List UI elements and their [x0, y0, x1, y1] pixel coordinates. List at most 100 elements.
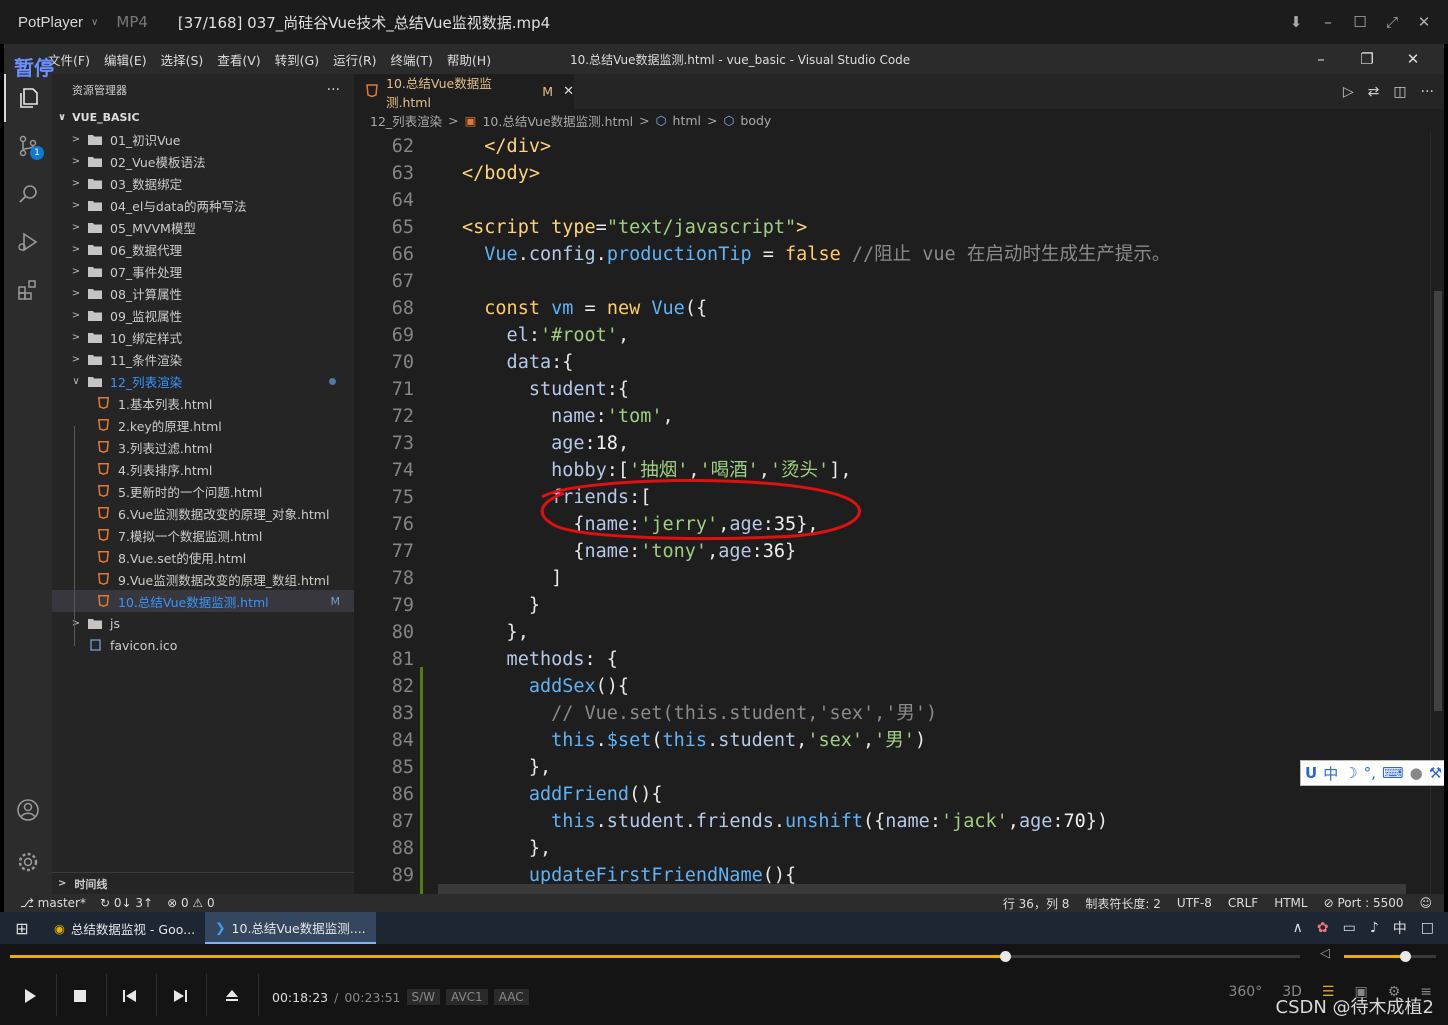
- moon-icon[interactable]: ☽: [1344, 764, 1357, 782]
- tab-size[interactable]: 制表符长度: 2: [1085, 895, 1161, 912]
- folder-item[interactable]: >11_条件渲染: [52, 348, 354, 370]
- code-line[interactable]: 82 addSex(){: [354, 673, 1430, 700]
- code-line[interactable]: 77 {name:'tony',age:36}: [354, 538, 1430, 565]
- split-editor-icon[interactable]: ◫: [1393, 84, 1406, 100]
- file-item[interactable]: favicon.ico: [52, 634, 354, 656]
- code-line[interactable]: 78 ]: [354, 565, 1430, 592]
- file-item[interactable]: 2.key的原理.html: [52, 414, 354, 436]
- decoder-badge[interactable]: S/W: [406, 989, 441, 1005]
- menu-terminal[interactable]: 终端(T): [391, 50, 433, 69]
- encoding[interactable]: UTF-8: [1177, 896, 1212, 910]
- folder-item[interactable]: >09_监视属性: [52, 304, 354, 326]
- file-item[interactable]: 5.更新时的一个问题.html: [52, 480, 354, 502]
- folder-item[interactable]: >04_el与data的两种写法: [52, 194, 354, 216]
- code-line[interactable]: 69 el:'#root',: [354, 322, 1430, 349]
- network-icon[interactable]: ▭: [1343, 920, 1356, 936]
- settings-gear-icon[interactable]: [4, 838, 52, 886]
- explorer-icon[interactable]: [4, 74, 52, 122]
- code-line[interactable]: 64: [354, 187, 1430, 214]
- seek-handle[interactable]: [999, 951, 1011, 962]
- more-actions-icon[interactable]: ···: [327, 82, 340, 98]
- eject-button[interactable]: [212, 980, 252, 1012]
- restore-button[interactable]: ❐: [1344, 50, 1390, 68]
- run-debug-icon[interactable]: [4, 218, 52, 266]
- folder-item[interactable]: >02_Vue模板语法: [52, 150, 354, 172]
- wrench-icon[interactable]: ⚒: [1429, 764, 1442, 782]
- code-line[interactable]: 85 },: [354, 754, 1430, 781]
- menu-view[interactable]: 查看(V): [217, 50, 260, 69]
- horizontal-scrollbar[interactable]: [438, 884, 1406, 894]
- project-root[interactable]: ∨ VUE_BASIC: [52, 106, 354, 128]
- language-mode[interactable]: HTML: [1274, 896, 1307, 910]
- chevron-up-icon[interactable]: ∧: [1293, 920, 1303, 936]
- breadcrumb-html[interactable]: html: [673, 113, 701, 128]
- potplayer-brand-menu[interactable]: PotPlayer: [18, 14, 83, 31]
- run-file-icon[interactable]: ▷: [1343, 84, 1354, 100]
- volume-handle[interactable]: [1399, 951, 1411, 962]
- breadcrumb-folder[interactable]: 12_列表渲染: [370, 111, 442, 130]
- file-item[interactable]: 6.Vue监测数据改变的原理_对象.html: [52, 502, 354, 524]
- fullscreen-button[interactable]: ⤢: [1378, 13, 1406, 31]
- ime-language[interactable]: 中: [1323, 763, 1338, 784]
- menu-help[interactable]: 帮助(H): [447, 50, 491, 69]
- branch-status[interactable]: ⎇ master*: [20, 896, 86, 910]
- code-line[interactable]: 84 this.$set(this.student,'sex','男'): [354, 727, 1430, 754]
- video-codec-badge[interactable]: AVC1: [446, 989, 488, 1005]
- tray-app-icon[interactable]: ✿: [1317, 920, 1329, 936]
- volume-icon[interactable]: ◁: [1320, 946, 1330, 961]
- problems-status[interactable]: ⊗ 0 ⚠ 0: [167, 896, 215, 910]
- code-line[interactable]: 80 },: [354, 619, 1430, 646]
- taskbar-item-chrome[interactable]: ◉ 总结数据监视 - Goo...: [44, 912, 205, 944]
- feedback-icon[interactable]: ☺: [1419, 896, 1432, 910]
- close-button[interactable]: ✕: [1410, 13, 1438, 31]
- code-line[interactable]: 63 </body>: [354, 160, 1430, 187]
- vr-360-button[interactable]: 360°: [1228, 984, 1262, 1000]
- maximize-button[interactable]: ☐: [1346, 13, 1374, 31]
- code-line[interactable]: 86 addFriend(){: [354, 781, 1430, 808]
- menu-run[interactable]: 运行(R): [333, 50, 376, 69]
- code-line[interactable]: 88 },: [354, 835, 1430, 862]
- next-button[interactable]: [160, 980, 200, 1012]
- code-line[interactable]: 81 methods: {: [354, 646, 1430, 673]
- file-item[interactable]: 7.模拟一个数据监测.html: [52, 524, 354, 546]
- file-item[interactable]: 4.列表排序.html: [52, 458, 354, 480]
- code-line[interactable]: 74 hobby:['抽烟','喝酒','烫头'],: [354, 457, 1430, 484]
- extensions-icon[interactable]: [4, 266, 52, 314]
- code-line[interactable]: 70 data:{: [354, 349, 1430, 376]
- line-ending[interactable]: CRLF: [1228, 896, 1258, 910]
- compare-changes-icon[interactable]: ⇄: [1368, 84, 1380, 100]
- code-line[interactable]: 62 </div>: [354, 133, 1430, 160]
- menu-file[interactable]: 文件(F): [48, 50, 90, 69]
- minimize-button[interactable]: –: [1298, 50, 1344, 68]
- sync-status[interactable]: ↻ 0↓ 3↑: [100, 896, 153, 910]
- stop-button[interactable]: [60, 980, 100, 1012]
- play-button[interactable]: [10, 980, 50, 1012]
- file-item-active[interactable]: 10.总结Vue数据监测.html M: [52, 590, 354, 612]
- breadcrumb-body[interactable]: body: [740, 113, 771, 128]
- tab-close-icon[interactable]: ✕: [563, 84, 574, 99]
- timeline-section[interactable]: > 时间线: [52, 872, 354, 894]
- search-icon[interactable]: [4, 170, 52, 218]
- account-icon[interactable]: [4, 786, 52, 834]
- more-actions-icon[interactable]: ···: [1421, 84, 1434, 100]
- punctuation-icon[interactable]: °,: [1364, 764, 1376, 782]
- live-server-port[interactable]: ⊘ Port : 5500: [1324, 896, 1404, 910]
- code-line[interactable]: 87 this.student.friends.unshift({name:'j…: [354, 808, 1430, 835]
- folder-item[interactable]: >08_计算属性: [52, 282, 354, 304]
- volume-slider[interactable]: [1344, 951, 1436, 962]
- file-item[interactable]: 1.基本列表.html: [52, 392, 354, 414]
- code-line[interactable]: 68 const vm = new Vue({: [354, 295, 1430, 322]
- folder-item[interactable]: >10_绑定样式: [52, 326, 354, 348]
- keyboard-icon[interactable]: ⌨: [1382, 764, 1404, 782]
- code-editor[interactable]: 62 </div> 63 </body> 64 65 <script type="text…: [354, 131, 1444, 894]
- menu-selection[interactable]: 选择(S): [161, 50, 204, 69]
- ime-toolbar[interactable]: U 中 ☽ °, ⌨ ● ⚒: [1300, 760, 1444, 786]
- notification-icon[interactable]: □: [1421, 920, 1434, 936]
- previous-button[interactable]: [110, 980, 150, 1012]
- code-line[interactable]: 76 {name:'jerry',age:35},: [354, 511, 1430, 538]
- code-line[interactable]: 65 <script type="text/javascript">: [354, 214, 1430, 241]
- file-item[interactable]: 9.Vue监测数据改变的原理_数组.html: [52, 568, 354, 590]
- folder-item-open[interactable]: ∨ 12_列表渲染: [52, 370, 354, 392]
- code-line[interactable]: 75 friends:[: [354, 484, 1430, 511]
- folder-item[interactable]: >06_数据代理: [52, 238, 354, 260]
